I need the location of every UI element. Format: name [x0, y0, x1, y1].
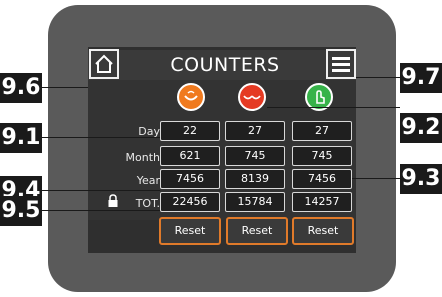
year-value-1: 7456 [160, 169, 220, 189]
month-value-1: 621 [160, 146, 220, 166]
callout-9-2-lead [267, 107, 400, 108]
home-button[interactable] [89, 49, 119, 79]
tot-value-3: 14257 [292, 192, 352, 212]
reset-button-2[interactable]: Reset [226, 217, 288, 245]
callout-9-1-lead [42, 137, 160, 138]
callout-9-3: 9.3 [400, 164, 442, 194]
page-title: COUNTERS [170, 54, 280, 76]
callout-9-7-lead [356, 77, 400, 78]
callout-9-4-lead [42, 190, 160, 191]
day-value-3: 27 [292, 121, 352, 141]
callout-9-5-lead [42, 210, 160, 211]
month-value-3: 745 [292, 146, 352, 166]
callout-9-6-lead [42, 87, 88, 88]
day-value-2: 27 [225, 121, 285, 141]
callout-9-6: 9.6 [0, 73, 42, 103]
home-icon [95, 54, 113, 73]
bowl-icon[interactable] [177, 83, 205, 111]
row-label-year: Year [136, 174, 160, 187]
row-label-tot: TOT. [135, 197, 160, 210]
year-value-3: 7456 [292, 169, 352, 189]
year-value-2: 8139 [225, 169, 285, 189]
menu-icon [332, 57, 350, 72]
double-bowl-icon[interactable] [238, 83, 266, 111]
row-label-month: Month [125, 151, 160, 164]
callout-9-5: 9.5 [0, 196, 42, 226]
callout-9-1: 9.1 [0, 123, 42, 153]
day-value-1: 22 [160, 121, 220, 141]
callout-9-3-lead [352, 178, 400, 179]
reset-button-3[interactable]: Reset [292, 217, 354, 245]
callout-9-2: 9.2 [400, 113, 442, 143]
menu-button[interactable] [326, 49, 356, 79]
month-value-2: 745 [225, 146, 285, 166]
reset-button-1[interactable]: Reset [159, 217, 221, 245]
callout-9-7: 9.7 [400, 63, 442, 93]
tot-value-1: 22456 [160, 192, 220, 212]
tot-value-2: 15784 [225, 192, 285, 212]
